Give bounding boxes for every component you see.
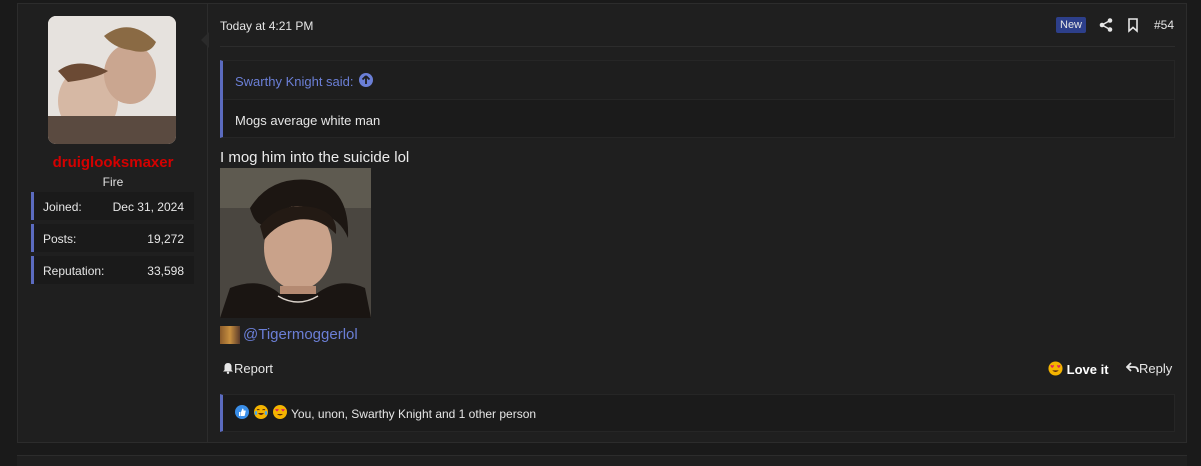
quote-block: Swarthy Knight said: Mogs average white …: [220, 60, 1175, 138]
report-label: Report: [234, 361, 274, 376]
user-info-panel: druiglooksmaxer Fire Joined: Dec 31, 202…: [18, 4, 209, 442]
bell-icon: [223, 363, 233, 374]
post-message: I mog him into the suicide lol: [220, 149, 410, 166]
crying-laughing-icon: [254, 405, 268, 419]
arrow-up-circle-icon[interactable]: [359, 73, 373, 87]
stat-reputation: Reputation: 33,598: [31, 256, 194, 284]
stat-label: Reputation:: [43, 264, 105, 278]
quote-author-link[interactable]: Swarthy Knight said:: [235, 74, 354, 89]
report-button[interactable]: Report: [222, 361, 273, 376]
header-divider: [220, 46, 1175, 47]
stat-joined: Joined: Dec 31, 2024: [31, 192, 194, 220]
mention-link[interactable]: @Tigermoggerlol: [243, 326, 358, 343]
quote-text: Mogs average white man: [235, 113, 381, 128]
reply-label: Reply: [1139, 361, 1173, 376]
forum-post: druiglooksmaxer Fire Joined: Dec 31, 202…: [17, 3, 1187, 443]
love-it-label: Love it: [1066, 362, 1109, 377]
post-timestamp[interactable]: Today at 4:21 PM: [220, 19, 313, 33]
heart-eyes-icon: [273, 405, 287, 419]
share-icon[interactable]: [1098, 17, 1114, 33]
stat-value: Dec 31, 2024: [112, 200, 184, 214]
stat-posts: Posts: 19,272: [31, 224, 194, 252]
reactions-bar[interactable]: You, unon, Swarthy Knight and 1 other pe…: [220, 394, 1175, 432]
stat-label: Joined:: [43, 200, 82, 214]
heart-eyes-icon: [1048, 361, 1063, 376]
post-pointer: [201, 32, 209, 48]
stat-label: Posts:: [43, 232, 77, 246]
stat-value: 33,598: [147, 264, 184, 278]
reply-button[interactable]: Reply: [1125, 361, 1173, 376]
new-badge: New: [1056, 17, 1087, 33]
stat-value[interactable]: 19,272: [147, 232, 184, 246]
user-avatar[interactable]: [48, 16, 176, 144]
bookmark-icon[interactable]: [1125, 17, 1141, 33]
quote-header: Swarthy Knight said:: [223, 61, 1174, 100]
username-link[interactable]: druiglooksmaxer: [18, 154, 208, 171]
post-number-link[interactable]: #54: [1154, 18, 1174, 32]
post-image[interactable]: [220, 168, 371, 318]
reactions-summary-link[interactable]: You, unon, Swarthy Knight and 1 other pe…: [291, 407, 536, 421]
sticker-icon: [220, 326, 240, 344]
reply-arrow-icon: [1125, 362, 1139, 373]
thumbs-up-icon: [235, 405, 249, 419]
user-title: Fire: [102, 175, 124, 189]
love-it-button[interactable]: Love it: [1048, 361, 1109, 377]
